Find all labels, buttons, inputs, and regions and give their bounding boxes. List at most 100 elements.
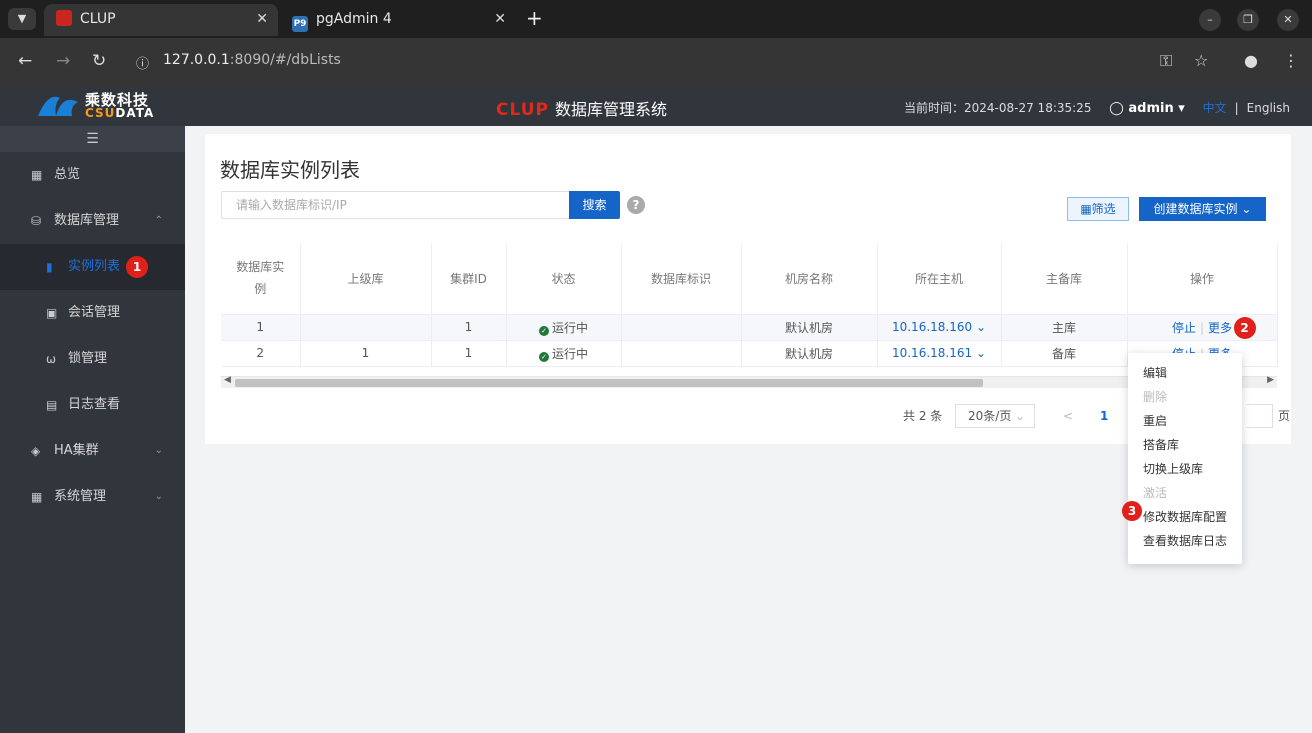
scroll-left-icon[interactable]: ◀ [224, 375, 231, 385]
cell-id: 2 [221, 340, 301, 367]
url-field[interactable]: 127.0.0.1:8090/#/dbLists [163, 52, 341, 68]
lang-cn-link[interactable]: 中文 [1203, 101, 1227, 115]
cell-room: 默认机房 [741, 314, 878, 341]
cell-cluster: 1 [431, 340, 507, 367]
cell-tag [621, 340, 742, 367]
pgadmin-favicon-icon: P9 [292, 16, 308, 32]
sidebar-item-system[interactable]: ▦ 系统管理 ⌄ [0, 474, 185, 520]
tab-title: CLUP [80, 11, 116, 27]
close-tab-icon[interactable]: ✕ [256, 4, 268, 34]
chevron-down-icon: ⌄ [154, 445, 163, 456]
menu-item-activate[interactable]: 激活 [1128, 481, 1242, 505]
help-icon[interactable]: ? [627, 196, 645, 214]
app-header: 乘数科技 CSUDATA CLUP 数据库管理系统 当前时间：2024-08-27… [0, 86, 1312, 126]
menu-item-edit[interactable]: 编辑 [1128, 361, 1242, 385]
app-title: CLUP 数据库管理系统 [496, 100, 667, 120]
col-header: 状态 [506, 243, 622, 315]
filter-button[interactable]: ▦筛选 [1067, 197, 1129, 221]
page-title: 数据库实例列表 [220, 158, 360, 182]
col-header: 操作 [1127, 243, 1278, 315]
profile-icon[interactable]: ● [1244, 51, 1258, 70]
grid-icon: ▦ [31, 168, 43, 182]
table-row: 1 1 ✓ 运行中 默认机房 10.16.18.160 ⌄ 主库 停止 | 更多 2 [221, 314, 1278, 341]
tab-list-icon[interactable]: ▼ [8, 8, 36, 30]
header-right: 当前时间：2024-08-27 18:35:25 ◯ admin ▾ 中文 | En… [904, 99, 1290, 116]
user-menu[interactable]: ◯ admin ▾ [1109, 101, 1184, 116]
reload-icon[interactable]: ↻ [92, 51, 106, 71]
cell-upper [300, 314, 432, 341]
tab-pgadmin[interactable]: P9 pgAdmin 4 ✕ [280, 4, 516, 36]
sidebar-item-sessions[interactable]: ▣ 会话管理 [0, 290, 185, 336]
clup-favicon-icon [56, 10, 72, 26]
cell-role: 主库 [1001, 314, 1128, 341]
sidebar-item-db-management[interactable]: ⛁ 数据库管理 ⌃ [0, 198, 185, 244]
restore-icon[interactable]: ❐ [1237, 9, 1259, 31]
chat-icon: ▣ [46, 306, 58, 320]
cell-status: ✓ 运行中 [506, 340, 622, 367]
cell-ops: 停止 | 更多 2 [1127, 314, 1278, 341]
lang-en-link[interactable]: English [1247, 101, 1290, 115]
chevron-up-icon: ⌃ [154, 215, 163, 226]
logo-en-text: CSUDATA [85, 106, 155, 120]
cell-tag [621, 314, 742, 341]
browser-menu-icon[interactable]: ⋮ [1283, 51, 1299, 70]
col-header: 数据库实例 [221, 243, 301, 315]
scrollbar-thumb[interactable] [235, 379, 983, 387]
horizontal-scrollbar[interactable]: ◀ ▶ [221, 375, 1277, 388]
back-icon[interactable]: ← [18, 51, 32, 71]
database-icon: ⛁ [31, 214, 42, 228]
window-close-icon[interactable]: ✕ [1277, 9, 1299, 31]
menu-item-delete[interactable]: 删除 [1128, 385, 1242, 409]
create-instance-button[interactable]: 创建数据库实例 ⌄ [1139, 197, 1266, 221]
menu-item-view-logs[interactable]: 查看数据库日志 [1128, 529, 1242, 553]
sidebar-item-ha-cluster[interactable]: ◈ HA集群 ⌄ [0, 428, 185, 474]
password-key-icon[interactable]: ⚿ [1160, 51, 1172, 71]
minimize-icon[interactable]: – [1199, 9, 1221, 31]
csudata-logo-icon [38, 96, 78, 116]
more-link[interactable]: 更多 [1208, 321, 1232, 335]
cluster-icon: ◈ [31, 444, 41, 458]
more-dropdown-menu: 编辑 删除 重启 搭备库 切换上级库 激活 修改数据库配置 3 查看数据库日志 [1122, 353, 1242, 564]
bookmark-star-icon[interactable]: ☆ [1194, 51, 1208, 70]
total-count: 共 2 条 [903, 409, 943, 423]
page-size-select[interactable]: 20条/页 ⌄ [955, 404, 1035, 428]
browser-tabbar: ▼ CLUP ✕ P9 pgAdmin 4 ✕ + – ❐ ✕ [0, 0, 1312, 38]
sidebar-item-locks[interactable]: ⍵ 锁管理 [0, 336, 185, 382]
lock-icon: ⍵ [46, 352, 57, 366]
cell-host[interactable]: 10.16.18.160 ⌄ [877, 314, 1002, 341]
check-circle-icon: ✓ [538, 325, 549, 336]
site-info-icon[interactable]: ⓘ [136, 53, 149, 72]
check-circle-icon: ✓ [538, 351, 549, 362]
document-icon: ▤ [46, 398, 58, 412]
search-input[interactable]: 请输入数据库标识/IP [221, 191, 571, 219]
cell-id: 1 [221, 314, 301, 341]
step-badge-2: 2 [1233, 316, 1256, 339]
step-badge-3: 3 [1122, 501, 1142, 521]
col-header: 机房名称 [741, 243, 878, 315]
forward-icon[interactable]: → [56, 51, 70, 71]
menu-item-build-standby[interactable]: 搭备库 [1128, 433, 1242, 457]
scroll-right-icon[interactable]: ▶ [1267, 375, 1274, 385]
cell-upper: 1 [300, 340, 432, 367]
step-badge-1: 1 [126, 256, 148, 278]
stop-link[interactable]: 停止 [1172, 321, 1196, 335]
close-tab-icon[interactable]: ✕ [494, 4, 506, 34]
col-header: 主备库 [1001, 243, 1128, 315]
cell-cluster: 1 [431, 314, 507, 341]
tab-clup[interactable]: CLUP ✕ [44, 4, 278, 36]
prev-page-icon[interactable]: < [1063, 404, 1073, 428]
instance-table: 数据库实例 上级库 集群ID 状态 数据库标识 机房名称 所在主机 主备库 操作… [221, 243, 1278, 367]
menu-item-restart[interactable]: 重启 [1128, 409, 1242, 433]
current-page[interactable]: 1 [1100, 404, 1108, 428]
sidebar-item-overview[interactable]: ▦ 总览 [0, 152, 185, 198]
menu-item-switch-upper[interactable]: 切换上级库 [1128, 457, 1242, 481]
jump-page-input[interactable] [1247, 404, 1273, 428]
sidebar-item-instance-list[interactable]: ▮ 实例列表 1 [0, 244, 185, 290]
sidebar-item-logs[interactable]: ▤ 日志查看 [0, 382, 185, 428]
cell-host[interactable]: 10.16.18.161 ⌄ [877, 340, 1002, 367]
grid-icon: ▦ [31, 490, 43, 504]
search-button[interactable]: 搜索 [569, 191, 620, 219]
sidebar-collapse-icon[interactable]: ☰ [0, 126, 185, 152]
new-tab-icon[interactable]: + [526, 6, 543, 30]
menu-item-modify-config[interactable]: 修改数据库配置 3 [1122, 501, 1242, 529]
